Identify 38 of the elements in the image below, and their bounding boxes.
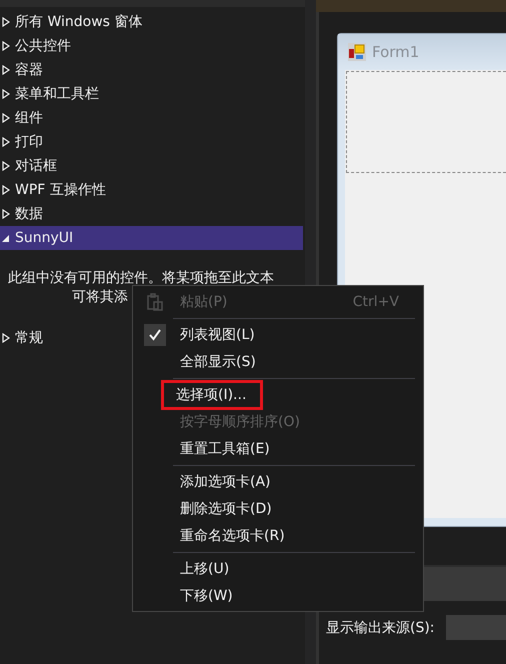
toolbox-group[interactable]: 组件	[0, 106, 47, 130]
collapsed-triangle-icon[interactable]	[2, 209, 10, 219]
toolbox-group[interactable]: 公共控件	[0, 34, 75, 58]
collapsed-triangle-icon[interactable]	[2, 113, 10, 123]
collapsed-triangle-icon[interactable]	[2, 17, 10, 27]
toolbox-group[interactable]: 打印	[0, 130, 47, 154]
menu-item[interactable]: 重命名选项卡(R)	[173, 522, 292, 548]
menu-item[interactable]: 下移(W)	[173, 582, 240, 608]
menu-item[interactable]: 选择项(I)...	[161, 380, 264, 410]
toolbox-group[interactable]: 常规	[0, 326, 47, 350]
output-source-label: 显示输出来源(S):	[326, 618, 435, 636]
clipboard-icon	[147, 292, 163, 310]
empty-group-message: 可将其添	[72, 289, 128, 306]
toolbox-group[interactable]: 所有 Windows 窗体	[0, 10, 146, 34]
collapsed-triangle-icon[interactable]	[2, 89, 10, 99]
toolbox-group[interactable]: 容器	[0, 58, 47, 82]
collapsed-triangle-icon[interactable]	[2, 333, 10, 343]
toolbox-group[interactable]: 数据	[0, 202, 47, 226]
menu-item[interactable]: 列表视图(L)	[173, 322, 262, 348]
toolbox-group[interactable]: WPF 互操作性	[0, 178, 110, 202]
empty-group-message: 此组中没有可用的控件。将某项拖至此文本	[8, 270, 274, 287]
toolbox-group[interactable]: 对话框	[0, 154, 61, 178]
menu-item[interactable]: 删除选项卡(D)	[173, 496, 279, 522]
toolbox-group[interactable]: 菜单和工具栏	[0, 82, 103, 106]
collapsed-triangle-icon[interactable]	[2, 137, 10, 147]
collapsed-triangle-icon[interactable]	[2, 41, 10, 51]
menu-item[interactable]: 添加选项卡(A)	[173, 468, 278, 494]
collapsed-triangle-icon[interactable]	[2, 161, 10, 171]
menu-item[interactable]: 上移(U)	[173, 556, 236, 582]
menu-item[interactable]: 重置工具箱(E)	[173, 436, 277, 462]
shortcut-text: Ctrl+V	[352, 294, 399, 310]
collapsed-triangle-icon[interactable]	[2, 185, 10, 195]
toolbox-group[interactable]: SunnyUI	[0, 226, 303, 250]
menu-item[interactable]: 全部显示(S)	[173, 348, 263, 374]
form-title: Form1	[372, 43, 420, 61]
expanded-triangle-icon[interactable]	[2, 233, 10, 243]
collapsed-triangle-icon[interactable]	[2, 65, 10, 75]
form-icon	[348, 43, 366, 61]
